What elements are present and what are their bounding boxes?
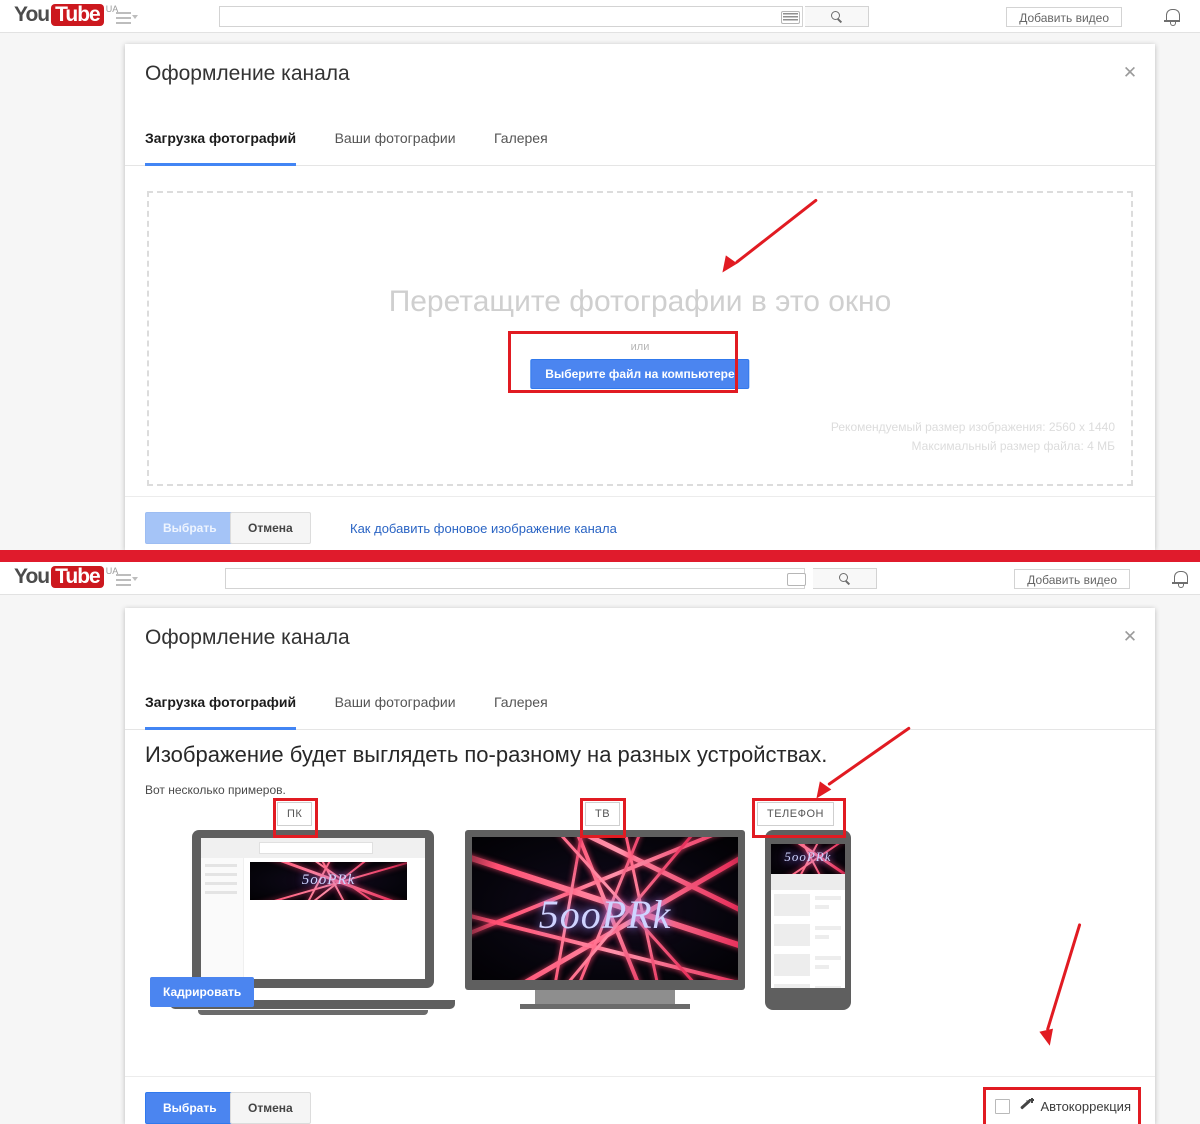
mock-phone-list bbox=[771, 894, 845, 988]
recommended-size-text: Рекомендуемый размер изображения: 2560 x… bbox=[830, 420, 1115, 434]
mock-content: 5ooPRk bbox=[243, 858, 425, 979]
screenshot-top: You Tube UA Добавить видео Оформление ка… bbox=[0, 0, 1200, 550]
youtube-logo[interactable]: You Tube UA bbox=[14, 4, 118, 26]
youtube-logo[interactable]: You Tube UA bbox=[14, 566, 118, 588]
keyboard-icon[interactable] bbox=[781, 11, 800, 24]
dialog-title: Оформление канала bbox=[145, 626, 350, 649]
device-mockup-tv: 5ooPRk bbox=[465, 830, 745, 1015]
preview-heading: Изображение будет выглядеть по-разному н… bbox=[145, 742, 828, 767]
artwork-text: 5ooPRk bbox=[538, 892, 672, 938]
logo-you-text: You bbox=[14, 565, 50, 588]
dialog-title: Оформление канала bbox=[145, 62, 350, 85]
list-item bbox=[771, 924, 845, 950]
artwork-canvas: 5ooPRk bbox=[771, 844, 845, 874]
device-preview-panel: Изображение будет выглядеть по-разному н… bbox=[125, 730, 1155, 1076]
crop-button[interactable]: Кадрировать bbox=[150, 977, 255, 1007]
select-button[interactable]: Выбрать bbox=[145, 512, 235, 544]
select-button[interactable]: Выбрать bbox=[145, 1092, 235, 1124]
tab-your-photos[interactable]: Ваши фотографии bbox=[335, 686, 456, 730]
search-input[interactable] bbox=[225, 568, 805, 589]
dialog-footer: Выбрать Отмена Как добавить фоновое изоб… bbox=[125, 496, 1155, 550]
artwork-text: 5ooPRk bbox=[784, 849, 832, 865]
upload-panel: Перетащите фотографии в это окно или Выб… bbox=[125, 166, 1155, 496]
artwork-canvas: 5ooPRk bbox=[472, 837, 738, 980]
chevron-down-icon bbox=[132, 577, 138, 581]
upload-video-button[interactable]: Добавить видео bbox=[1006, 7, 1122, 27]
tab-gallery[interactable]: Галерея bbox=[494, 122, 548, 166]
youtube-masthead-bottom: You Tube UA Добавить видео bbox=[0, 562, 1200, 595]
list-item bbox=[771, 894, 845, 920]
logo-tube-text: Tube bbox=[51, 4, 104, 26]
chevron-down-icon bbox=[132, 15, 138, 19]
artwork-text: 5ooPRk bbox=[301, 871, 356, 888]
tab-upload-photos[interactable]: Загрузка фотографий bbox=[145, 686, 297, 730]
cancel-button[interactable]: Отмена bbox=[230, 512, 311, 544]
youtube-masthead-top: You Tube UA Добавить видео bbox=[0, 0, 1200, 33]
device-mockup-phone: 5ooPRk bbox=[765, 830, 851, 1015]
keyboard-icon[interactable] bbox=[787, 573, 806, 586]
search-icon bbox=[830, 10, 843, 23]
search-button[interactable] bbox=[805, 6, 869, 27]
dialog-header: Оформление канала ✕ bbox=[125, 44, 1155, 122]
annotation-arrow-phone-label bbox=[810, 722, 920, 812]
dropzone-size-notes: Рекомендуемый размер изображения: 2560 x… bbox=[831, 418, 1115, 456]
channel-art-preview-phone: 5ooPRk bbox=[771, 844, 845, 874]
guide-menu-icon[interactable] bbox=[116, 574, 138, 586]
guide-menu-icon[interactable] bbox=[116, 12, 138, 24]
tab-gallery[interactable]: Галерея bbox=[494, 686, 548, 730]
artwork-canvas: 5ooPRk bbox=[250, 862, 407, 900]
logo-you-text: You bbox=[14, 3, 50, 26]
annotation-box-tv-label bbox=[580, 798, 626, 838]
dialog-footer: Выбрать Отмена Автокоррекция bbox=[125, 1076, 1155, 1124]
dialog-header: Оформление канала ✕ bbox=[125, 608, 1155, 686]
mock-topbar bbox=[201, 838, 425, 858]
notifications-bell-icon[interactable] bbox=[1170, 569, 1190, 589]
channel-art-dialog: Оформление канала ✕ Загрузка фотографий … bbox=[125, 608, 1155, 1124]
channel-art-preview-desktop: 5ooPRk bbox=[250, 862, 407, 900]
device-mockup-desktop: 5ooPRk Кадрировать bbox=[150, 830, 455, 1015]
search-button[interactable] bbox=[813, 568, 877, 589]
cancel-button[interactable]: Отмена bbox=[230, 1092, 311, 1124]
annotation-box-autocorrect bbox=[983, 1087, 1141, 1124]
channel-art-preview-tv: 5ooPRk bbox=[472, 837, 738, 980]
preview-subheading: Вот несколько примеров. bbox=[145, 783, 286, 797]
logo-tube-text: Tube bbox=[51, 566, 104, 588]
mock-phone-subbar bbox=[771, 874, 845, 890]
mock-sidebar bbox=[201, 858, 243, 979]
dialog-tabs: Загрузка фотографий Ваши фотографии Гале… bbox=[125, 122, 1155, 166]
dropzone-title: Перетащите фотографии в это окно bbox=[388, 285, 892, 318]
channel-art-help-link[interactable]: Как добавить фоновое изображение канала bbox=[350, 521, 617, 536]
annotation-box-desktop-label bbox=[273, 798, 318, 838]
mock-search-field bbox=[259, 842, 373, 854]
annotation-box-choose-file bbox=[508, 331, 738, 393]
notifications-bell-icon[interactable] bbox=[1162, 7, 1182, 27]
dialog-tabs: Загрузка фотографий Ваши фотографии Гале… bbox=[125, 686, 1155, 730]
upload-video-button[interactable]: Добавить видео bbox=[1014, 569, 1130, 589]
close-icon[interactable]: ✕ bbox=[1119, 626, 1141, 648]
list-item bbox=[771, 984, 845, 988]
tab-your-photos[interactable]: Ваши фотографии bbox=[335, 122, 456, 166]
annotation-arrow-choose-file bbox=[716, 192, 830, 277]
screenshot-bottom: ПРОСМОТРЕТЬ ВСЕ You Tube UA Добавить вид… bbox=[0, 562, 1200, 1124]
list-item bbox=[771, 954, 845, 980]
max-file-size-text: Максимальный размер файла: 4 МБ bbox=[911, 439, 1115, 453]
channel-art-dialog: Оформление канала ✕ Загрузка фотографий … bbox=[125, 44, 1155, 550]
search-input[interactable] bbox=[219, 6, 803, 27]
search-icon bbox=[838, 572, 851, 585]
tab-upload-photos[interactable]: Загрузка фотографий bbox=[145, 122, 297, 166]
screenshot-divider bbox=[0, 550, 1200, 562]
annotation-arrow-autocorrect bbox=[1039, 922, 1100, 1052]
close-icon[interactable]: ✕ bbox=[1119, 62, 1141, 84]
